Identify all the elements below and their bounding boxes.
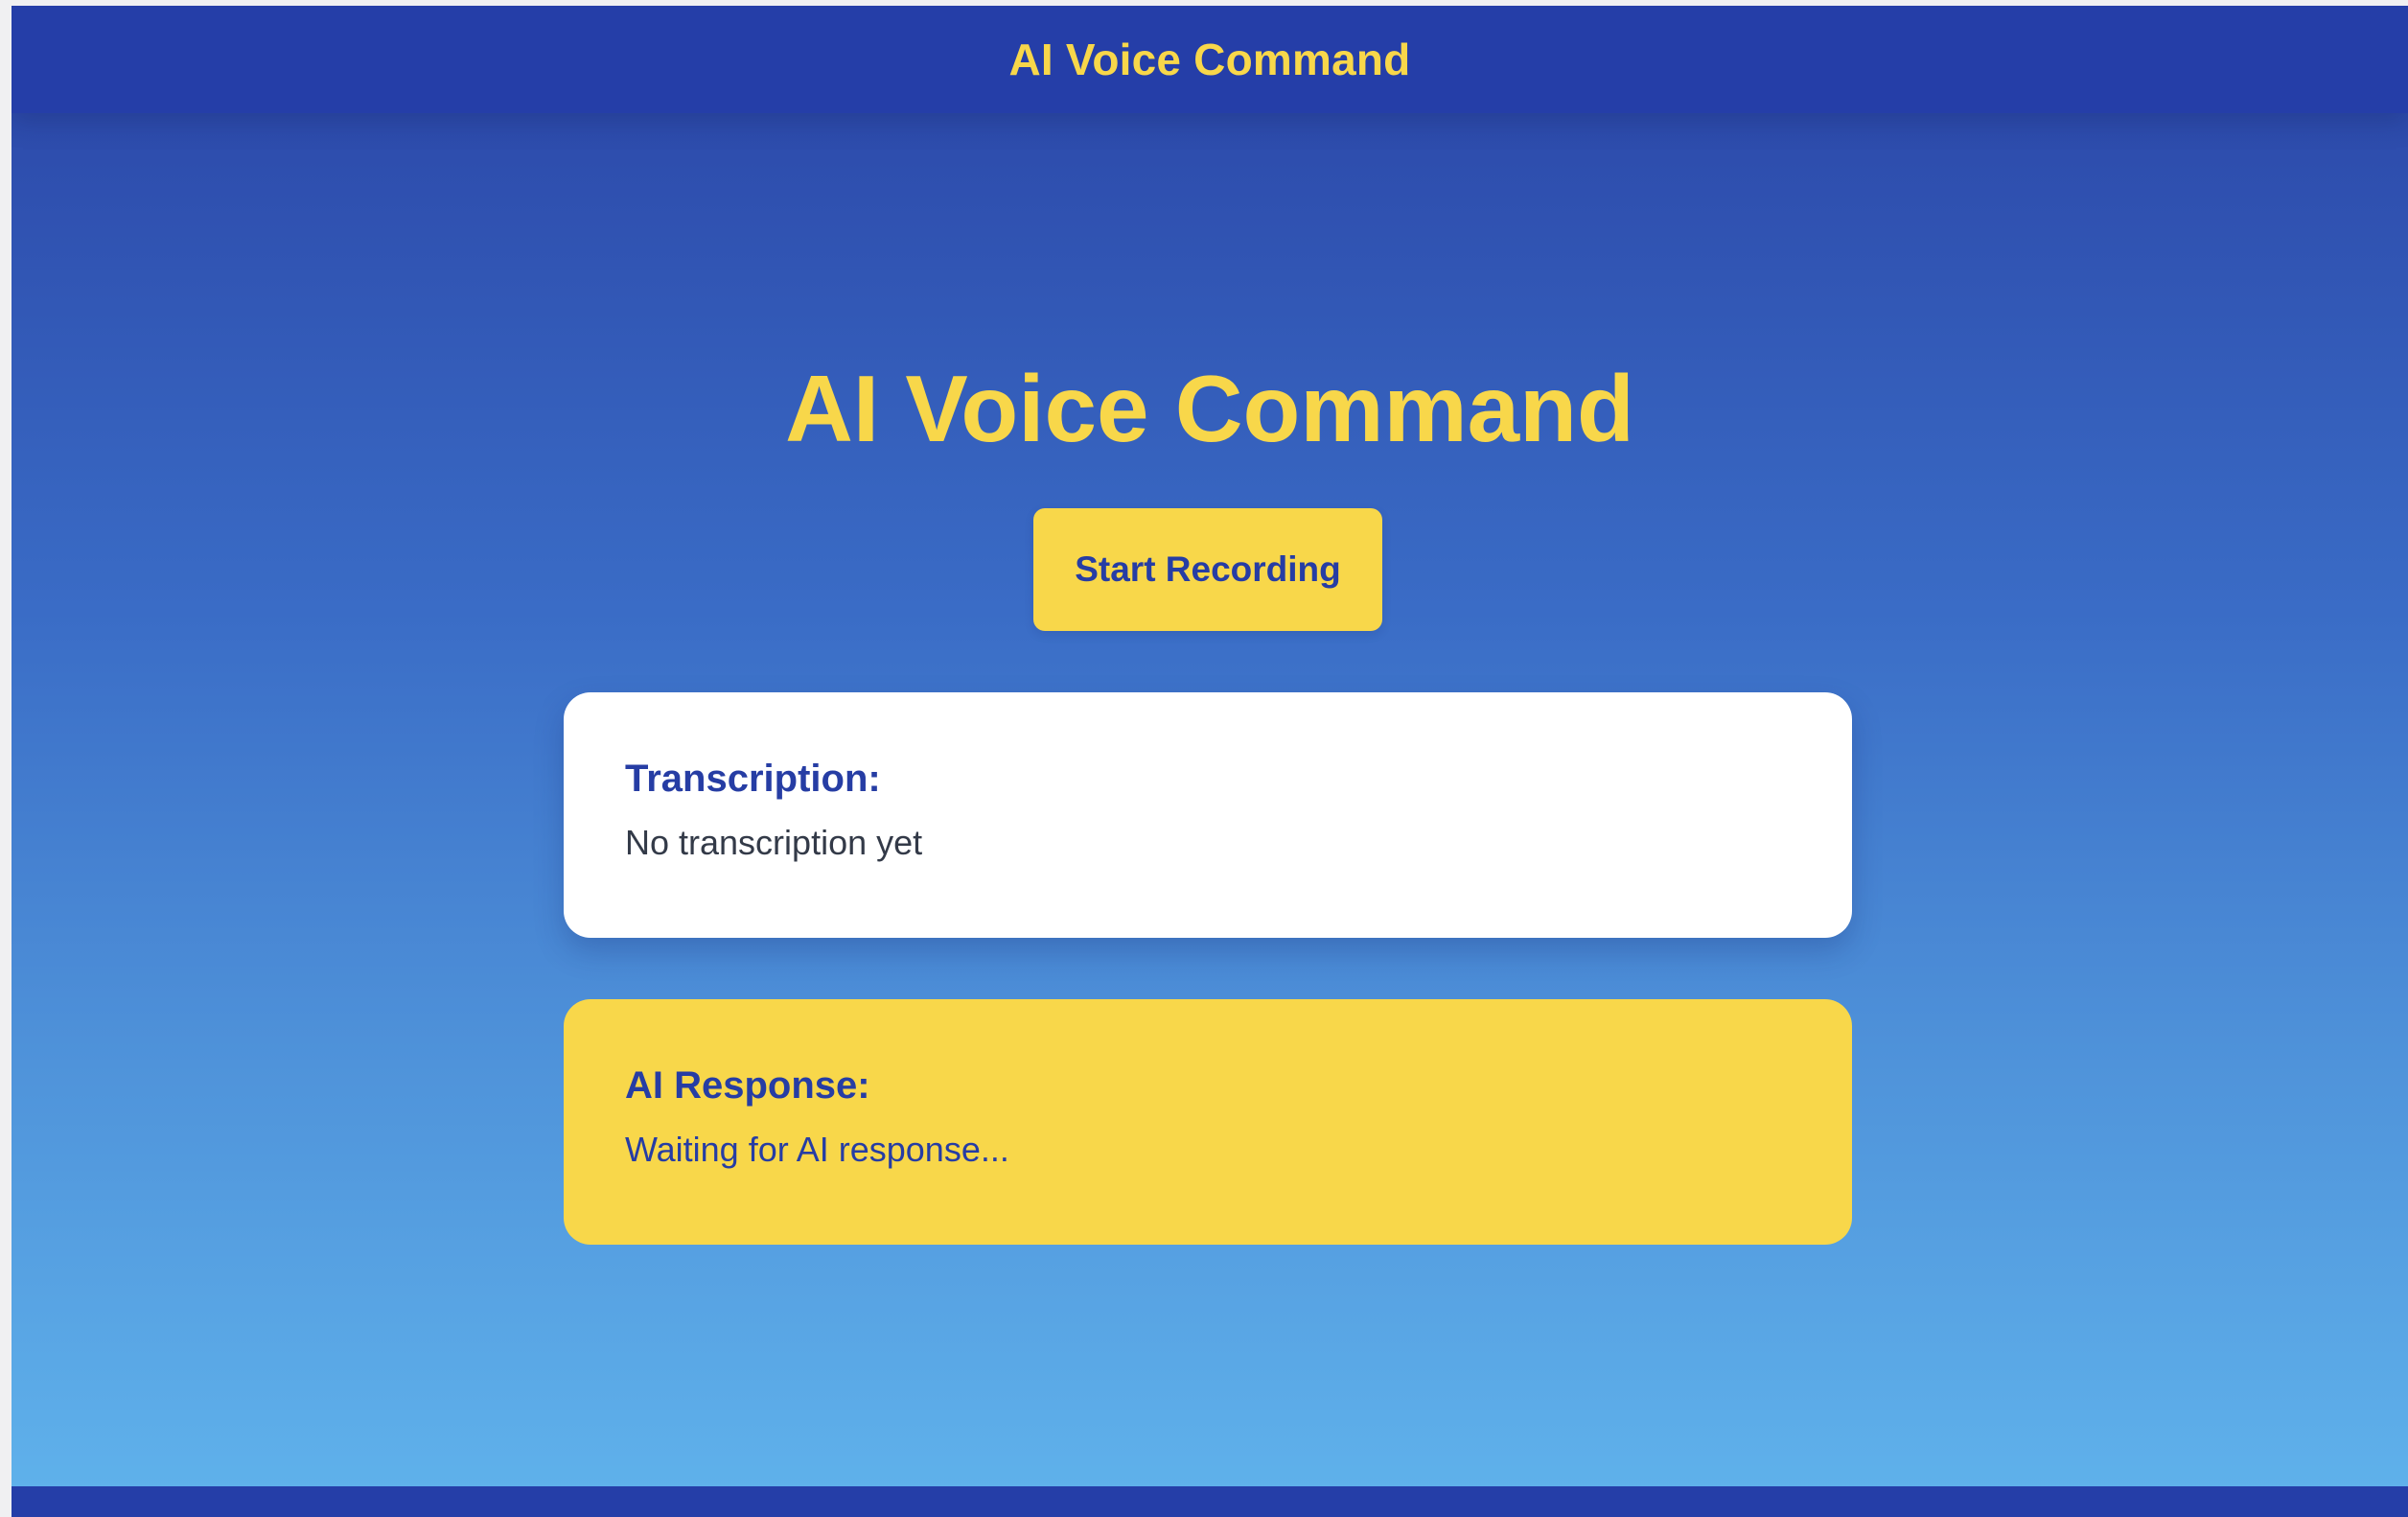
transcription-text: No transcription yet bbox=[625, 823, 923, 862]
start-recording-button[interactable]: Start Recording bbox=[1033, 508, 1382, 631]
ai-response-heading: AI Response: bbox=[625, 1064, 870, 1107]
footer-bar bbox=[12, 1486, 2408, 1517]
page-title: AI Voice Command bbox=[785, 356, 1634, 461]
app-window: AI Voice Command AI Voice Command Start … bbox=[12, 6, 2408, 1517]
transcription-heading: Transcription: bbox=[625, 758, 881, 800]
navbar-title: AI Voice Command bbox=[1008, 35, 1411, 84]
ai-response-text: Waiting for AI response... bbox=[625, 1130, 1009, 1169]
transcription-card: Transcription: No transcription yet bbox=[564, 692, 1852, 938]
ai-response-card: AI Response: Waiting for AI response... bbox=[564, 999, 1852, 1245]
top-navbar: AI Voice Command bbox=[12, 6, 2408, 113]
